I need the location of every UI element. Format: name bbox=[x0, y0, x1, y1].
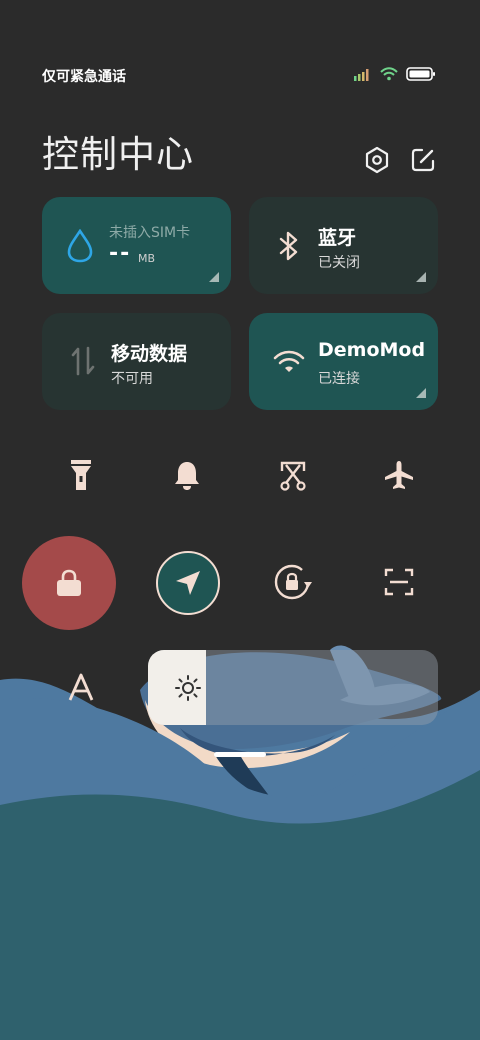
home-indicator[interactable] bbox=[214, 752, 266, 757]
bluetooth-tile[interactable]: 蓝牙 已关闭 bbox=[249, 197, 438, 294]
tile-expand-corner bbox=[209, 272, 219, 282]
settings-button[interactable] bbox=[363, 146, 391, 174]
edit-icon bbox=[411, 148, 435, 172]
font-size-toggle[interactable] bbox=[56, 662, 106, 712]
location-toggle[interactable] bbox=[156, 551, 220, 615]
signal-icon bbox=[354, 69, 369, 81]
scan-toggle[interactable] bbox=[374, 557, 424, 607]
settings-icon bbox=[365, 146, 389, 174]
lock-screen-toggle[interactable] bbox=[22, 536, 116, 630]
scan-icon bbox=[384, 568, 414, 596]
flashlight-toggle[interactable] bbox=[56, 450, 106, 500]
mute-toggle[interactable] bbox=[162, 450, 212, 500]
brightness-icon bbox=[175, 675, 201, 701]
lock-icon bbox=[57, 569, 81, 596]
bluetooth-status: 已关闭 bbox=[318, 255, 360, 271]
page-title: 控制中心 bbox=[42, 133, 194, 176]
battery-icon bbox=[406, 67, 435, 81]
water-drop-icon bbox=[67, 229, 93, 263]
wifi-icon bbox=[273, 350, 305, 372]
mobile-data-label: 移动数据 bbox=[111, 343, 188, 365]
tile-expand-corner bbox=[416, 388, 426, 398]
data-usage-tile[interactable]: 未插入SIM卡 -- MB bbox=[42, 197, 231, 294]
screenshot-toggle[interactable] bbox=[268, 450, 318, 500]
data-usage-label: 未插入SIM卡 bbox=[109, 225, 191, 241]
location-icon bbox=[176, 571, 200, 595]
data-usage-unit: MB bbox=[138, 252, 156, 265]
screenshot-icon bbox=[280, 461, 306, 491]
font-size-icon bbox=[68, 673, 94, 701]
mobile-data-icon bbox=[71, 346, 95, 376]
rotation-lock-toggle[interactable] bbox=[268, 557, 318, 607]
bluetooth-icon bbox=[279, 231, 298, 261]
mobile-data-tile[interactable]: 移动数据 不可用 bbox=[42, 313, 231, 410]
flashlight-icon bbox=[71, 460, 91, 490]
wifi-status: 已连接 bbox=[318, 371, 360, 387]
data-usage-value: -- bbox=[109, 241, 132, 266]
wifi-network-name: DemoMod bbox=[318, 339, 426, 361]
wifi-status-icon bbox=[380, 67, 398, 81]
tile-expand-corner bbox=[416, 272, 426, 282]
rotation-lock-icon bbox=[274, 564, 312, 600]
status-icons bbox=[354, 67, 436, 81]
bluetooth-label: 蓝牙 bbox=[318, 227, 357, 249]
wifi-tile[interactable]: DemoMod 已连接 bbox=[249, 313, 438, 410]
airplane-mode-toggle[interactable] bbox=[374, 450, 424, 500]
bell-icon bbox=[175, 462, 199, 490]
airplane-icon bbox=[385, 461, 413, 489]
status-text: 仅可紧急通话 bbox=[42, 69, 126, 85]
brightness-slider[interactable] bbox=[148, 650, 438, 725]
edit-button[interactable] bbox=[409, 146, 437, 174]
mobile-data-status: 不可用 bbox=[111, 371, 153, 387]
